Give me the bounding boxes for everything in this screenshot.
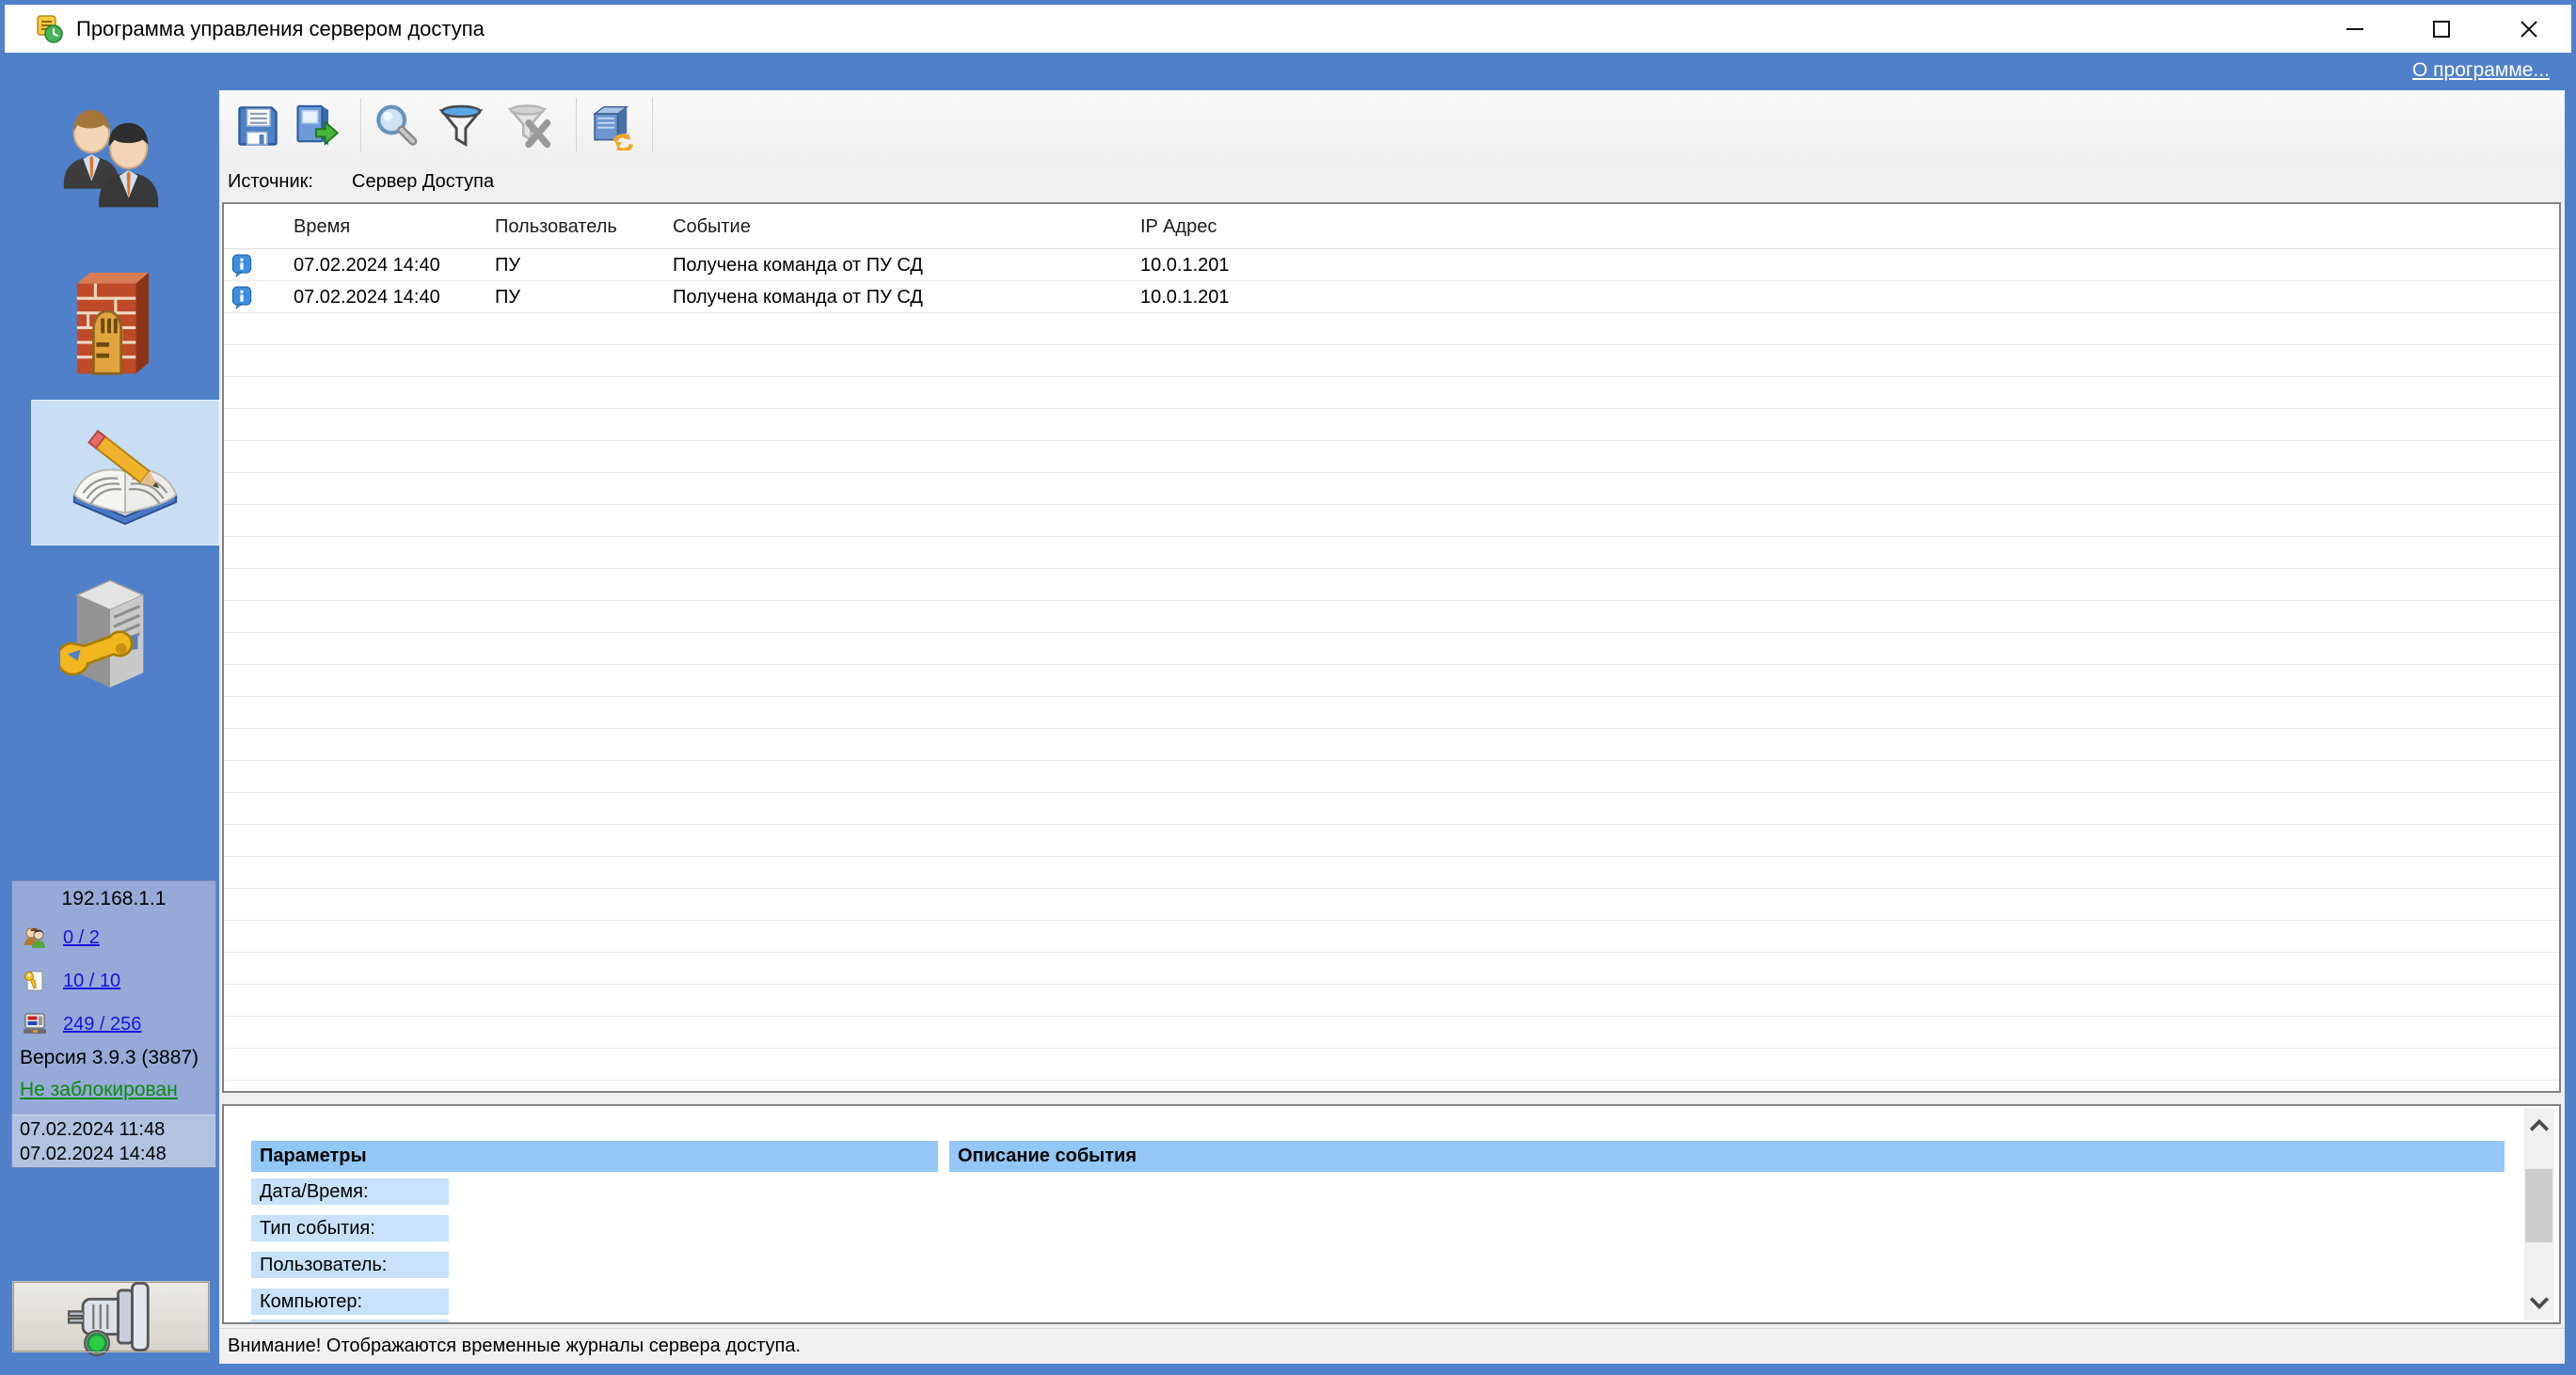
key-document-icon bbox=[22, 968, 48, 994]
toolbar bbox=[219, 90, 2565, 166]
export-journal-button[interactable] bbox=[289, 99, 343, 153]
scrollbar-thumb[interactable] bbox=[2525, 1169, 2552, 1242]
scroll-down-button[interactable] bbox=[2524, 1288, 2553, 1317]
source-row: Источник: Сервер Доступа bbox=[219, 166, 2565, 201]
server-sync-button[interactable] bbox=[584, 99, 639, 153]
devices-counter-link[interactable]: 249 / 256 bbox=[63, 1014, 141, 1035]
scroll-up-button[interactable] bbox=[2524, 1112, 2553, 1140]
main-area: Источник: Сервер Доступа Время Пользоват… bbox=[219, 90, 2565, 1364]
about-link[interactable]: О программе... bbox=[2412, 53, 2550, 90]
source-label: Источник: bbox=[228, 171, 313, 193]
clear-filter-icon bbox=[504, 102, 553, 150]
details-scrollbar[interactable] bbox=[2524, 1108, 2553, 1320]
export-journal-icon bbox=[292, 102, 341, 150]
operators-counter-link[interactable]: 0 / 2 bbox=[63, 927, 100, 949]
cell-event: Получена команда от ПУ СД bbox=[673, 249, 923, 281]
sidebar-item-users[interactable] bbox=[0, 96, 219, 237]
log-table-body: 07.02.2024 14:40 ПУ Получена команда от … bbox=[224, 249, 2559, 1091]
params-header: Параметры bbox=[251, 1141, 938, 1172]
info-bubble-icon bbox=[231, 286, 252, 309]
cell-event: Получена команда от ПУ СД bbox=[673, 281, 923, 313]
sidebar: 192.168.1.1 0 / 2 10 / 10 bbox=[0, 90, 219, 1375]
search-button[interactable] bbox=[369, 99, 423, 153]
cell-user: ПУ bbox=[495, 249, 520, 281]
clear-filter-button[interactable] bbox=[501, 99, 556, 153]
menu-strip: О программе... bbox=[0, 53, 2576, 90]
column-header-time[interactable]: Время bbox=[294, 204, 350, 249]
status-bar: Внимание! Отображаются временные журналы… bbox=[219, 1328, 2565, 1364]
info-bubble-icon bbox=[231, 254, 252, 277]
server-sync-icon bbox=[587, 102, 636, 150]
maximize-icon bbox=[2431, 19, 2452, 40]
cell-time: 07.02.2024 14:40 bbox=[294, 281, 440, 313]
devices-counter-row: 249 / 256 bbox=[22, 1009, 141, 1039]
param-label-cell: Дата/Время: bbox=[251, 1178, 449, 1205]
small-users-icon bbox=[22, 925, 48, 951]
sidebar-item-server-settings[interactable] bbox=[0, 565, 219, 702]
filter-icon bbox=[437, 102, 485, 150]
maximize-button[interactable] bbox=[2412, 5, 2471, 53]
toolbar-separator bbox=[652, 98, 653, 152]
param-label-cell: Пользователь: bbox=[251, 1252, 449, 1278]
cell-user: ПУ bbox=[495, 281, 520, 313]
status-bar-text: Внимание! Отображаются временные журналы… bbox=[228, 1329, 801, 1364]
close-icon bbox=[2519, 19, 2539, 40]
param-label-partial bbox=[251, 1320, 449, 1322]
search-icon bbox=[372, 102, 421, 150]
server-ip: 192.168.1.1 bbox=[12, 888, 215, 910]
table-header-row: Время Пользователь Событие IP Адрес bbox=[224, 204, 2559, 249]
session-times-box: 07.02.2024 11:48 07.02.2024 14:48 bbox=[12, 1114, 215, 1167]
licenses-counter-link[interactable]: 10 / 10 bbox=[63, 971, 120, 992]
cell-time: 07.02.2024 14:40 bbox=[294, 249, 440, 281]
operators-counter-row: 0 / 2 bbox=[22, 923, 100, 953]
chevron-up-icon bbox=[2529, 1119, 2550, 1132]
close-button[interactable] bbox=[2500, 5, 2558, 53]
journal-icon bbox=[65, 419, 185, 528]
server-status-panel: 192.168.1.1 0 / 2 10 / 10 bbox=[11, 880, 216, 1168]
device-counter-icon bbox=[22, 1011, 48, 1037]
minimize-button[interactable] bbox=[2326, 5, 2384, 53]
source-value: Сервер Доступа bbox=[352, 171, 494, 193]
description-header: Описание события bbox=[949, 1141, 2504, 1172]
cell-ip: 10.0.1.201 bbox=[1140, 249, 1230, 281]
sidebar-item-journal-selected[interactable] bbox=[31, 400, 219, 545]
event-details-panel: Параметры Описание события Дата/Время: Т… bbox=[222, 1104, 2561, 1324]
filter-button[interactable] bbox=[434, 99, 488, 153]
table-row[interactable]: 07.02.2024 14:40 ПУ Получена команда от … bbox=[224, 281, 2559, 313]
column-header-event[interactable]: Событие bbox=[673, 204, 751, 249]
save-icon bbox=[233, 102, 282, 150]
param-label-cell: Компьютер: bbox=[251, 1288, 449, 1315]
lock-status-link[interactable]: Не заблокирован bbox=[20, 1079, 178, 1101]
minimize-icon bbox=[2345, 19, 2365, 40]
column-header-ip[interactable]: IP Адрес bbox=[1140, 204, 1216, 249]
app-icon bbox=[35, 14, 65, 44]
server-settings-icon bbox=[60, 573, 160, 695]
toolbar-separator bbox=[576, 98, 577, 152]
toolbar-separator bbox=[360, 98, 361, 152]
title-bar: Программа управления сервером доступа bbox=[5, 5, 2571, 53]
save-journal-button[interactable] bbox=[231, 99, 285, 153]
param-label-cell: Тип события: bbox=[251, 1215, 449, 1241]
cell-ip: 10.0.1.201 bbox=[1140, 281, 1230, 313]
session-start-time: 07.02.2024 11:48 bbox=[20, 1117, 215, 1142]
exit-button[interactable] bbox=[13, 1282, 209, 1351]
window-title: Программа управления сервером доступа bbox=[76, 5, 485, 53]
users-icon bbox=[51, 105, 169, 228]
licenses-counter-row: 10 / 10 bbox=[22, 966, 120, 996]
table-row[interactable]: 07.02.2024 14:40 ПУ Получена команда от … bbox=[224, 249, 2559, 281]
chevron-down-icon bbox=[2529, 1296, 2550, 1309]
version-text: Версия 3.9.3 (3887) bbox=[20, 1047, 199, 1069]
firewall-icon bbox=[64, 267, 156, 385]
disconnect-plug-icon bbox=[55, 1276, 167, 1357]
column-header-user[interactable]: Пользователь bbox=[495, 204, 617, 249]
current-time: 07.02.2024 14:48 bbox=[20, 1142, 215, 1166]
sidebar-item-firewall[interactable] bbox=[0, 260, 219, 391]
event-log-table: Время Пользователь Событие IP Адрес 07.0… bbox=[222, 202, 2561, 1093]
